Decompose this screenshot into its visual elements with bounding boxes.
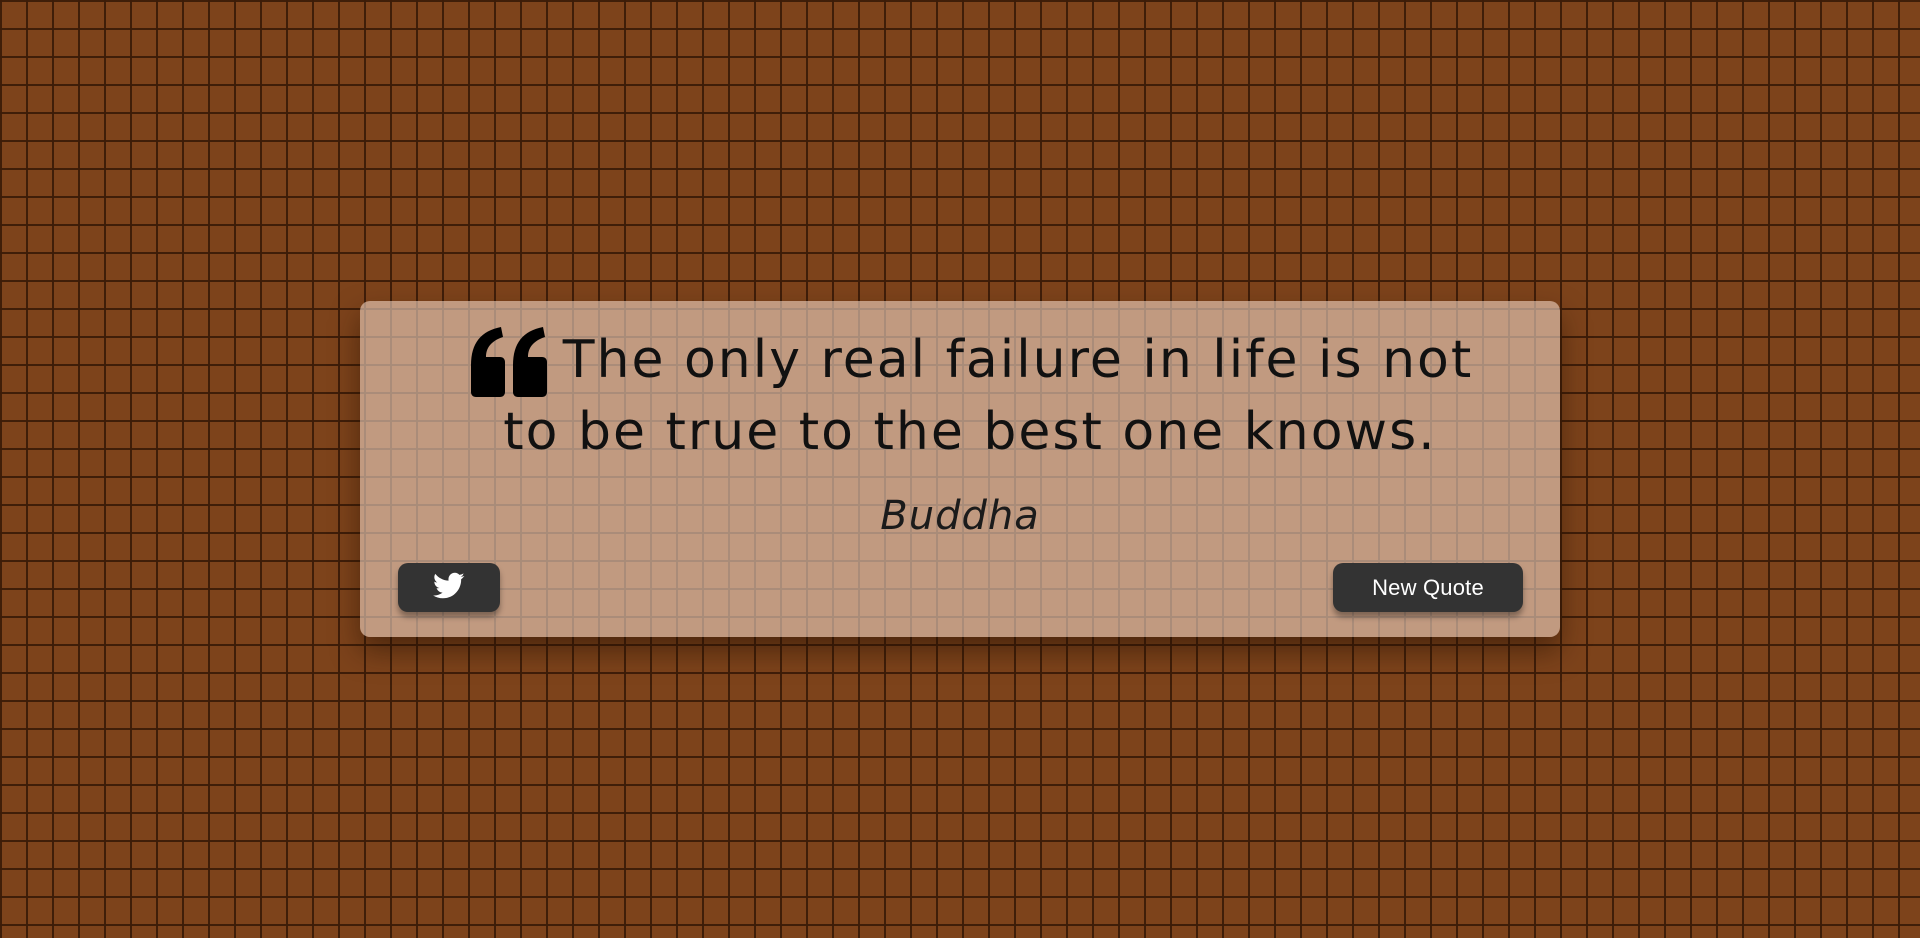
quote-left-icon: [467, 325, 551, 399]
twitter-icon: [433, 572, 465, 604]
quote-text: The only real failure in life is not to …: [503, 330, 1474, 462]
quote-block: The only real failure in life is not to …: [430, 327, 1510, 465]
quote-author: Buddha: [880, 493, 1040, 539]
tweet-button[interactable]: [398, 563, 500, 612]
quote-box: The only real failure in life is not to …: [360, 301, 1560, 637]
new-quote-button[interactable]: New Quote: [1333, 563, 1523, 612]
